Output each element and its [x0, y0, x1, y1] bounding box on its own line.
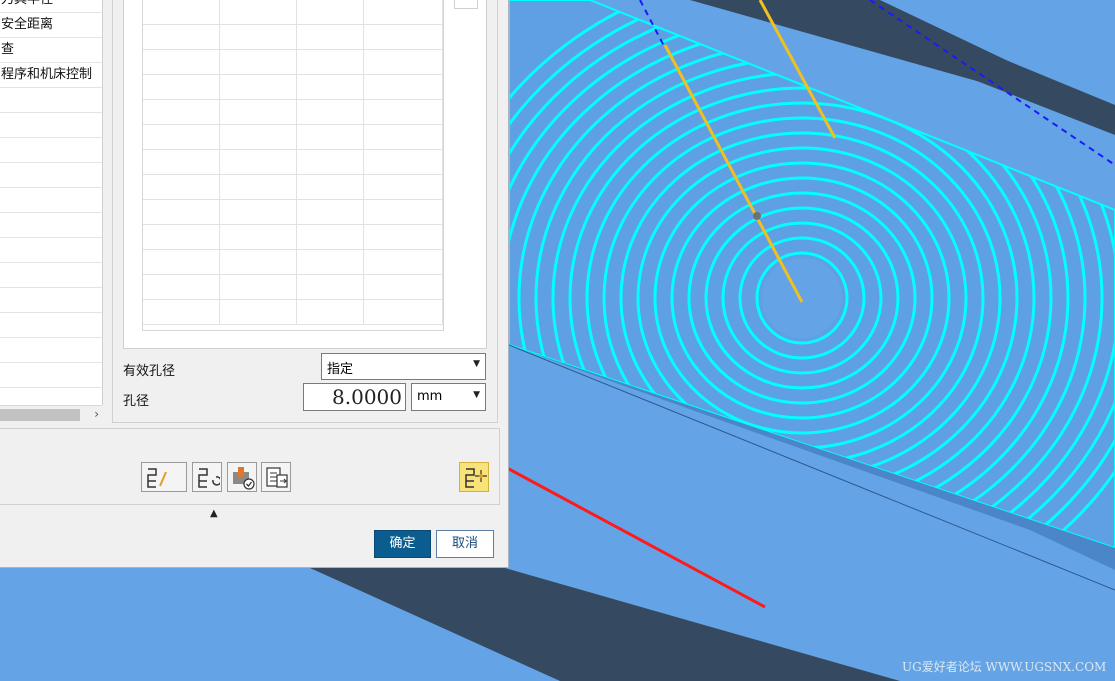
ok-button[interactable]: 确定 [374, 530, 431, 558]
parameter-panel: 有效孔径 指定 ▼ 孔径 [112, 0, 498, 423]
scroll-right-icon[interactable]: › [94, 407, 99, 421]
list-item[interactable]: 查 [0, 38, 102, 63]
hole-diameter-label: 孔径 [123, 394, 150, 409]
effective-hole-select[interactable]: 指定 ▼ [321, 353, 486, 380]
list-item[interactable] [0, 363, 102, 388]
display-button[interactable] [459, 462, 489, 492]
cancel-button[interactable]: 取消 [436, 530, 494, 558]
verify-icon [233, 467, 255, 490]
hole [762, 258, 842, 338]
table-row[interactable] [143, 300, 444, 325]
list-item[interactable] [0, 238, 102, 263]
table-row[interactable] [143, 150, 444, 175]
list-item[interactable] [0, 213, 102, 238]
table-row[interactable] [143, 100, 444, 125]
list-item[interactable] [0, 163, 102, 188]
horizontal-scrollbar[interactable]: › [0, 405, 102, 424]
table-row[interactable] [143, 250, 444, 275]
display-icon [465, 468, 487, 488]
data-table[interactable] [142, 0, 444, 331]
list-item[interactable]: 安全距离 [0, 13, 102, 38]
table-row[interactable] [143, 275, 444, 300]
table-row[interactable] [143, 75, 444, 100]
table-row[interactable] [143, 125, 444, 150]
chevron-down-icon: ▼ [473, 359, 480, 369]
table-scroll-button[interactable] [454, 0, 478, 9]
verify-button[interactable] [227, 462, 257, 492]
list-item[interactable]: 刀具半径 [0, 0, 102, 13]
chevron-down-icon: ▼ [473, 390, 480, 400]
effective-hole-label: 有效孔径 [123, 364, 176, 379]
table-row[interactable] [143, 175, 444, 200]
list-item[interactable]: 程序和机床控制 [0, 63, 102, 88]
effective-hole-value: 指定 [327, 362, 354, 377]
operation-dialog: 刀具半径 安全距离 查 程序和机床控制 › [0, 0, 509, 568]
watermark: UG爱好者论坛 WWW.UGSNX.COM [902, 660, 1107, 674]
list-item[interactable] [0, 88, 102, 113]
scrollbar-thumb[interactable] [0, 409, 80, 421]
generate-button[interactable] [141, 462, 187, 492]
generate-icon [147, 468, 167, 488]
table-row[interactable] [143, 225, 444, 250]
list-item[interactable] [0, 138, 102, 163]
parameter-list: 刀具半径 安全距离 查 程序和机床控制 [0, 0, 103, 413]
tool-point [753, 212, 761, 220]
list-button[interactable] [261, 462, 291, 492]
table-row[interactable] [143, 200, 444, 225]
list-item[interactable] [0, 313, 102, 338]
replay-icon [198, 468, 220, 488]
hole-diameter-input[interactable]: 8.0000 [303, 383, 406, 411]
table-row[interactable] [143, 25, 444, 50]
list-item[interactable] [0, 263, 102, 288]
list-item[interactable] [0, 338, 102, 363]
table-row[interactable] [143, 0, 444, 25]
list-icon [266, 467, 288, 488]
unit-value: mm [417, 389, 443, 404]
table-row[interactable] [143, 50, 444, 75]
list-item[interactable] [0, 113, 102, 138]
collapse-icon[interactable]: ▲ [210, 508, 218, 519]
table-container [123, 0, 487, 349]
list-item[interactable] [0, 188, 102, 213]
unit-select[interactable]: mm ▼ [411, 383, 486, 411]
list-item[interactable] [0, 288, 102, 313]
replay-button[interactable] [192, 462, 222, 492]
